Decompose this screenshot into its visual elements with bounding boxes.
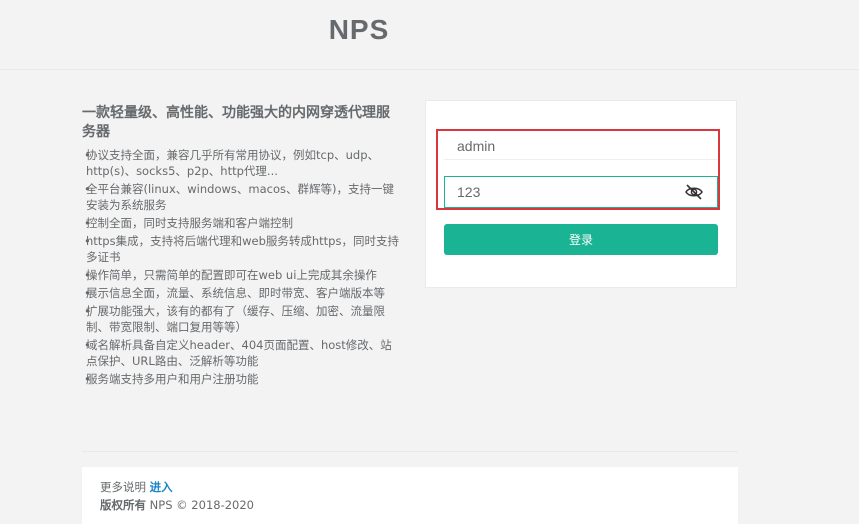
intro-section: 一款轻量级、高性能、功能强大的内网穿透代理服务器 • 协议支持全面，兼容几乎所有常… xyxy=(82,104,402,390)
login-button[interactable]: 登录 xyxy=(444,224,718,255)
feature-item: • 协议支持全面，兼容几乎所有常用协议，例如tcp、udp、http(s)、soc… xyxy=(84,148,380,178)
feature-item: • 操作简单，只需简单的配置即可在web ui上完成其余操作 xyxy=(84,267,377,282)
feature-item: • 全平台兼容(linux、windows、macos、群辉等)，支持一键安装为系… xyxy=(84,181,394,212)
input-highlight-box xyxy=(436,129,720,210)
footer-divider xyxy=(82,451,738,452)
feature-item: • 服务端支持多用户和用户注册功能 xyxy=(84,371,259,386)
more-info-link[interactable]: 进入 xyxy=(150,480,173,494)
copyright-text: NPS © 2018-2020 xyxy=(149,498,254,512)
footer: 更多说明 进入 版权所有 NPS © 2018-2020 xyxy=(82,467,738,524)
logo: NPS xyxy=(328,14,390,45)
feature-item: • 控制全面，同时支持服务端和客户端控制 xyxy=(84,215,293,230)
copyright-label: 版权所有 xyxy=(100,498,146,512)
intro-title: 一款轻量级、高性能、功能强大的内网穿透代理服务器 xyxy=(82,105,390,140)
feature-item: • https集成，支持将后端代理和web服务转成https，同时支持多证书 xyxy=(84,233,399,264)
feature-item: • 扩展功能强大，该有的都有了（缓存、压缩、加密、流量限制、带宽限制、端口复用等等… xyxy=(84,303,385,334)
copyright-line: 版权所有 NPS © 2018-2020 xyxy=(100,496,738,514)
feature-item: • 域名解析具备自定义header、404页面配置、host修改、站点保护、URL… xyxy=(84,337,392,368)
more-info-line: 更多说明 进入 xyxy=(100,478,738,496)
feature-item: • 展示信息全面，流量、系统信息、即时带宽、客户端版本等 xyxy=(84,285,385,300)
top-header: NPS xyxy=(0,0,859,70)
feature-list: • 协议支持全面，兼容几乎所有常用协议，例如tcp、udp、http(s)、soc… xyxy=(82,148,402,388)
more-info-label: 更多说明 xyxy=(100,480,146,494)
